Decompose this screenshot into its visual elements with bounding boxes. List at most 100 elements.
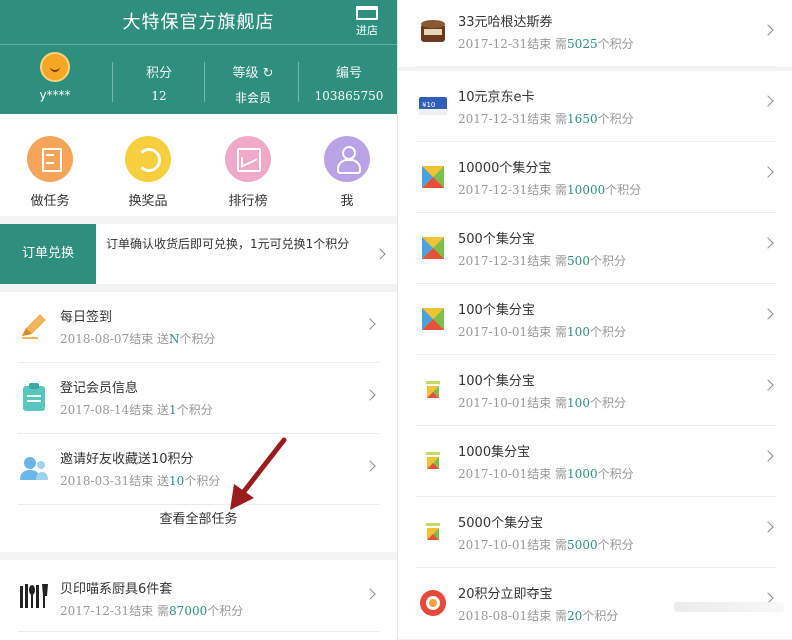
chevron-right-icon [762,24,774,36]
chevron-right-icon [762,308,774,320]
menu-leaderboard[interactable]: 排行榜 [208,136,288,209]
menu-label: 排行榜 [228,194,268,209]
reward-title: 贝印喵系厨具6件套 [60,582,173,597]
jifenbao-icon [422,308,444,330]
task-row[interactable]: 每日签到 2018-08-07结束 送N个积分 [0,292,397,363]
chevron-right-icon [762,237,774,249]
task-subtitle: 2018-08-07结束 送N个积分 [60,332,216,346]
menu-do-tasks[interactable]: 做任务 [10,136,90,209]
task-row[interactable]: 邀请好友收藏送10积分 2018-03-31结束 送10个积分 [0,434,397,505]
lucky-draw-icon [420,590,446,616]
watermark [674,602,784,612]
reward-row[interactable]: 100个集分宝 2017-10-01结束 需100个积分 [398,355,792,426]
task-title: 登记会员信息 [60,381,139,396]
chevron-right-icon [364,588,376,600]
jifenbao-icon [422,166,444,188]
chevron-right-icon [364,389,376,401]
jifenbao-small-icon [426,523,440,540]
reward-title: 100个集分宝 [458,303,535,318]
jifenbao-icon [422,237,444,259]
task-list: 每日签到 2018-08-07结束 送N个积分 登记会员信息 2017-08-1… [0,292,397,552]
avatar[interactable] [40,52,70,82]
reward-subtitle: 2017-12-31结束 需87000个积分 [60,604,244,618]
menu-exchange-prizes[interactable]: 换奖品 [108,136,188,209]
reward-row[interactable]: ¥10 10元京东e卡 2017-12-31结束 需1650个积分 [398,71,792,142]
reward-subtitle: 2017-12-31结束 需500个积分 [458,254,626,268]
jifenbao-small-icon [426,452,440,469]
username: y**** [39,88,71,102]
reward-title: 33元哈根达斯券 [458,15,553,30]
reward-row[interactable]: 100个集分宝 2017-10-01结束 需100个积分 [398,284,792,355]
right-phone-screen: 33元哈根达斯券 2017-12-31结束 需5025个积分 ¥10 10元京东… [398,0,792,640]
storefront-icon [356,6,378,20]
reward-row[interactable]: 33元哈根达斯券 2017-12-31结束 需5025个积分 [398,0,792,67]
reward-row[interactable]: 1000集分宝 2017-10-01结束 需1000个积分 [398,426,792,497]
reward-subtitle: 2017-10-01结束 需1000个积分 [458,467,634,481]
kitchen-tools-icon [20,584,48,608]
chevron-right-icon [364,318,376,330]
order-exchange-row[interactable]: 订单兑换 订单确认收货后即可兑换，1元可兑换1个积分 [0,224,397,284]
reward-row[interactable]: 10000个集分宝 2017-12-31结束 需10000个积分 [398,142,792,213]
reward-title: 1000集分宝 [458,445,531,460]
chevron-right-icon [762,95,774,107]
row-divider [416,66,776,67]
reward-subtitle: 2017-10-01结束 需100个积分 [458,325,626,339]
reward-subtitle: 2018-08-01结束 需20个积分 [458,609,619,623]
menu-label: 做任务 [30,194,70,209]
stat-id: 编号 103865750 [304,62,394,103]
reward-title: 10元京东e卡 [458,90,535,105]
jd-card-icon: ¥10 [419,97,447,115]
stat-divider [298,62,299,102]
chevron-right-icon [762,166,774,178]
user-icon [324,136,370,182]
menu-label: 我 [340,194,354,209]
store-title: 大特保官方旗舰店 [122,12,275,33]
menu-circle [125,136,171,182]
stat-divider [112,62,113,102]
row-divider [18,631,379,632]
friends-icon [20,457,48,480]
stat-points-label: 积分 [145,66,172,81]
reward-subtitle: 2017-10-01结束 需100个积分 [458,396,626,410]
reward-subtitle: 2017-10-01结束 需5000个积分 [458,538,634,552]
chevron-right-icon [762,521,774,533]
annotation-arrow [230,437,287,510]
clipboard-icon [23,383,45,411]
chevron-right-icon [762,450,774,462]
menu-me[interactable]: 我 [307,136,387,209]
reward-row[interactable]: 贝印喵系厨具6件套 2017-12-31结束 需87000个积分 [0,560,397,640]
stat-points: 积分 12 [124,62,194,103]
reward-row[interactable]: 500个集分宝 2017-12-31结束 需500个积分 [398,213,792,284]
quick-menu: 做任务 换奖品 排行榜 我 [0,114,397,216]
stat-level-label: 等级 ↻ [232,66,274,81]
icecream-icon [421,20,445,42]
task-doc-icon [27,136,73,182]
task-row[interactable]: 登记会员信息 2017-08-14结束 送1个积分 [0,363,397,434]
enter-store-button[interactable]: 进店 [352,6,382,38]
enter-store-label: 进店 [356,24,378,37]
task-subtitle: 2017-08-14结束 送1个积分 [60,403,213,417]
store-header: 大特保官方旗舰店 进店 y**** 积分 12 等级 ↻ 非会员 编号 1038… [0,0,397,114]
stat-level[interactable]: 等级 ↻ 非会员 [214,62,292,106]
stat-id-value: 103865750 [314,89,384,103]
menu-circle [225,136,271,182]
chevron-right-icon [762,379,774,391]
menu-circle [27,136,73,182]
svg-text:¥10: ¥10 [422,101,435,109]
view-all-tasks-link[interactable]: 查看全部任务 [0,508,397,527]
left-phone-screen: 大特保官方旗舰店 进店 y**** 积分 12 等级 ↻ 非会员 编号 1038… [0,0,397,640]
stat-id-label: 编号 [335,66,362,81]
task-title: 邀请好友收藏送10积分 [60,452,194,467]
reward-subtitle: 2017-12-31结束 需10000个积分 [458,183,642,197]
chevron-right-icon [374,248,386,260]
task-subtitle: 2018-03-31结束 送10个积分 [60,474,221,488]
stat-points-value: 12 [151,89,167,103]
menu-circle [324,136,370,182]
stat-level-value: 非会员 [234,91,271,105]
refresh-icon: ↻ [262,66,274,81]
reward-subtitle: 2017-12-31结束 需1650个积分 [458,112,634,126]
stat-divider [204,62,205,102]
task-title: 每日签到 [60,310,113,325]
reward-row[interactable]: 5000个集分宝 2017-10-01结束 需5000个积分 [398,497,792,568]
exchange-icon [125,136,171,182]
